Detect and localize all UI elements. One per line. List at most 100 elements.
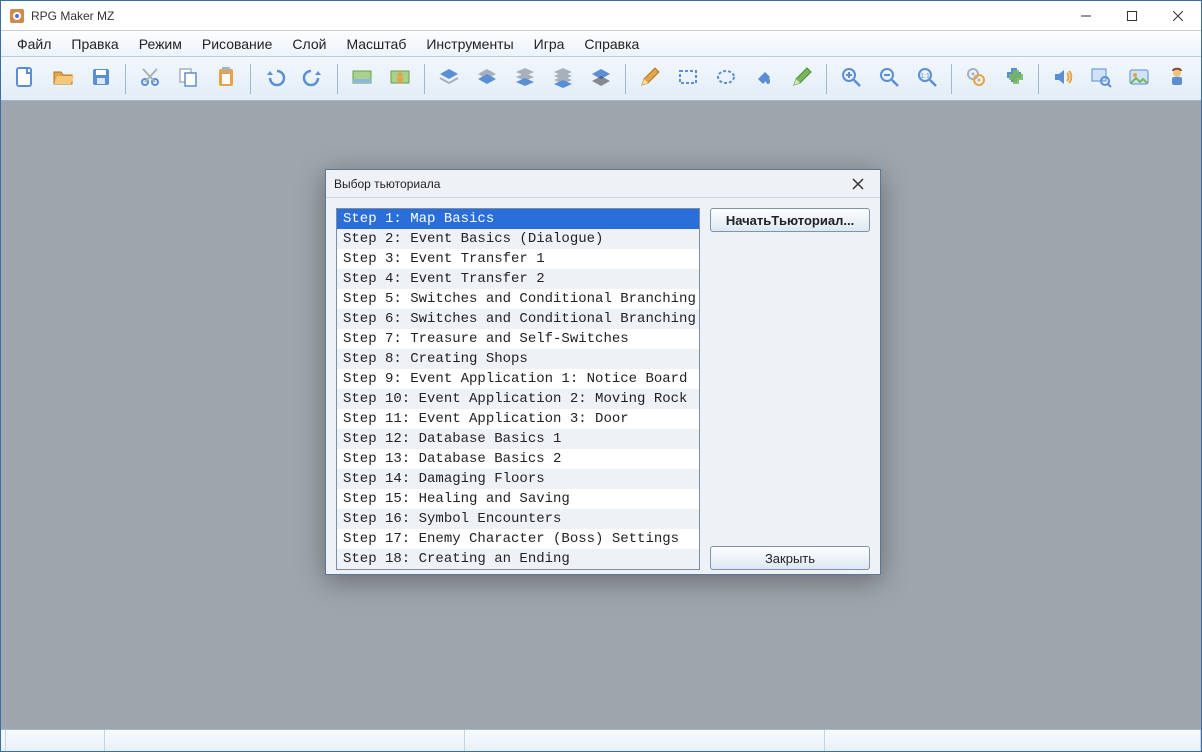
rectangle-button[interactable] (670, 61, 706, 97)
character-generator-button[interactable] (1159, 61, 1195, 97)
layer-2-button[interactable] (469, 61, 505, 97)
menu-edit[interactable]: Правка (61, 32, 128, 56)
menu-scale[interactable]: Масштаб (336, 32, 416, 56)
tutorial-list-item[interactable]: Step 13: Database Basics 2 (337, 449, 699, 469)
ellipse-button[interactable] (708, 61, 744, 97)
new-project-icon (13, 65, 37, 92)
sound-test-button[interactable] (1045, 61, 1081, 97)
open-project-icon (51, 65, 75, 92)
event-mode-button[interactable] (382, 61, 418, 97)
tutorial-list-item[interactable]: Step 5: Switches and Conditional Branchi… (337, 289, 699, 309)
status-cell-4 (825, 730, 1201, 751)
tutorial-list-item[interactable]: Step 17: Enemy Character (Boss) Settings (337, 529, 699, 549)
plugin-manager-button[interactable] (996, 61, 1032, 97)
open-project-button[interactable] (45, 61, 81, 97)
tutorial-list-item[interactable]: Step 4: Event Transfer 2 (337, 269, 699, 289)
shadow-pen-icon (790, 65, 814, 92)
tutorial-list-item[interactable]: Step 6: Switches and Conditional Branchi… (337, 309, 699, 329)
dialog-title: Выбор тьюториала (334, 177, 440, 191)
svg-text:1:1: 1:1 (920, 73, 930, 80)
maximize-button[interactable] (1109, 1, 1155, 31)
status-cell-2 (105, 730, 465, 751)
layer-1-button[interactable] (431, 61, 467, 97)
menu-mode[interactable]: Режим (129, 32, 192, 56)
tutorial-list-item[interactable]: Step 12: Database Basics 1 (337, 429, 699, 449)
pencil-icon (638, 65, 662, 92)
event-mode-icon (388, 65, 412, 92)
tutorial-listbox[interactable]: Step 1: Map BasicsStep 2: Event Basics (… (336, 208, 700, 570)
flood-fill-button[interactable] (746, 61, 782, 97)
ellipse-icon (714, 65, 738, 92)
menu-layer[interactable]: Слой (282, 32, 336, 56)
cut-icon (138, 65, 162, 92)
map-mode-icon (350, 65, 374, 92)
pencil-button[interactable] (632, 61, 668, 97)
copy-icon (176, 65, 200, 92)
save-project-button[interactable] (83, 61, 119, 97)
titlebar: RPG Maker MZ (1, 1, 1201, 31)
plugin-manager-icon (1002, 65, 1026, 92)
tutorial-list-item[interactable]: Step 15: Healing and Saving (337, 489, 699, 509)
tutorial-list-item[interactable]: Step 18: Creating an Ending (337, 549, 699, 569)
menu-game[interactable]: Игра (524, 32, 575, 56)
tutorial-list-item[interactable]: Step 3: Event Transfer 1 (337, 249, 699, 269)
cut-button[interactable] (132, 61, 168, 97)
close-button[interactable] (1155, 1, 1201, 31)
toolbar-separator (1038, 64, 1039, 94)
dialog-close-button[interactable] (844, 170, 872, 198)
tutorial-list-item[interactable]: Step 16: Symbol Encounters (337, 509, 699, 529)
tutorial-list-item[interactable]: Step 14: Damaging Floors (337, 469, 699, 489)
close-dialog-button[interactable]: Закрыть (710, 546, 870, 570)
event-search-button[interactable] (1083, 61, 1119, 97)
undo-button[interactable] (257, 61, 293, 97)
tutorial-dialog: Выбор тьюториала Step 1: Map BasicsStep … (325, 169, 881, 575)
layer-1-icon (437, 65, 461, 92)
menu-file[interactable]: Файл (7, 32, 61, 56)
layer-4-button[interactable] (545, 61, 581, 97)
zoom-in-icon (839, 65, 863, 92)
map-mode-button[interactable] (344, 61, 380, 97)
resource-manager-icon (1127, 65, 1151, 92)
menu-draw[interactable]: Рисование (192, 32, 283, 56)
tutorial-list-item[interactable]: Step 11: Event Application 3: Door (337, 409, 699, 429)
layer-2-icon (475, 65, 499, 92)
statusbar (1, 729, 1201, 751)
toolbar-separator (625, 64, 626, 94)
toolbar-separator (250, 64, 251, 94)
tutorial-list-item[interactable]: Step 9: Event Application 1: Notice Boar… (337, 369, 699, 389)
new-project-button[interactable] (7, 61, 43, 97)
toolbar-separator (125, 64, 126, 94)
toolbar-separator (337, 64, 338, 94)
spacer (710, 240, 870, 538)
resource-manager-button[interactable] (1121, 61, 1157, 97)
sound-test-icon (1051, 65, 1075, 92)
tutorial-list-item[interactable]: Step 2: Event Basics (Dialogue) (337, 229, 699, 249)
layer-shadow-button[interactable] (583, 61, 619, 97)
paste-button[interactable] (208, 61, 244, 97)
zoom-out-button[interactable] (871, 61, 907, 97)
tutorial-list-item[interactable]: Step 10: Event Application 2: Moving Roc… (337, 389, 699, 409)
zoom-in-button[interactable] (833, 61, 869, 97)
tutorial-list-item[interactable]: Step 8: Creating Shops (337, 349, 699, 369)
zoom-actual-button[interactable]: 1:1 (909, 61, 945, 97)
tutorial-list-item[interactable]: Step 7: Treasure and Self-Switches (337, 329, 699, 349)
redo-button[interactable] (295, 61, 331, 97)
toolbar-separator (951, 64, 952, 94)
database-icon (964, 65, 988, 92)
copy-button[interactable] (170, 61, 206, 97)
layer-3-button[interactable] (507, 61, 543, 97)
toolbar-separator (826, 64, 827, 94)
start-tutorial-button[interactable]: НачатьТьюториал... (710, 208, 870, 232)
layer-shadow-icon (589, 65, 613, 92)
undo-icon (263, 65, 287, 92)
shadow-pen-button[interactable] (784, 61, 820, 97)
window-controls (1063, 1, 1201, 31)
menu-help[interactable]: Справка (574, 32, 649, 56)
minimize-button[interactable] (1063, 1, 1109, 31)
menu-tools[interactable]: Инструменты (416, 32, 523, 56)
tutorial-list-item[interactable]: Step 1: Map Basics (337, 209, 699, 229)
dialog-titlebar: Выбор тьюториала (326, 170, 880, 198)
menubar: Файл Правка Режим Рисование Слой Масштаб… (1, 31, 1201, 57)
database-button[interactable] (958, 61, 994, 97)
redo-icon (301, 65, 325, 92)
